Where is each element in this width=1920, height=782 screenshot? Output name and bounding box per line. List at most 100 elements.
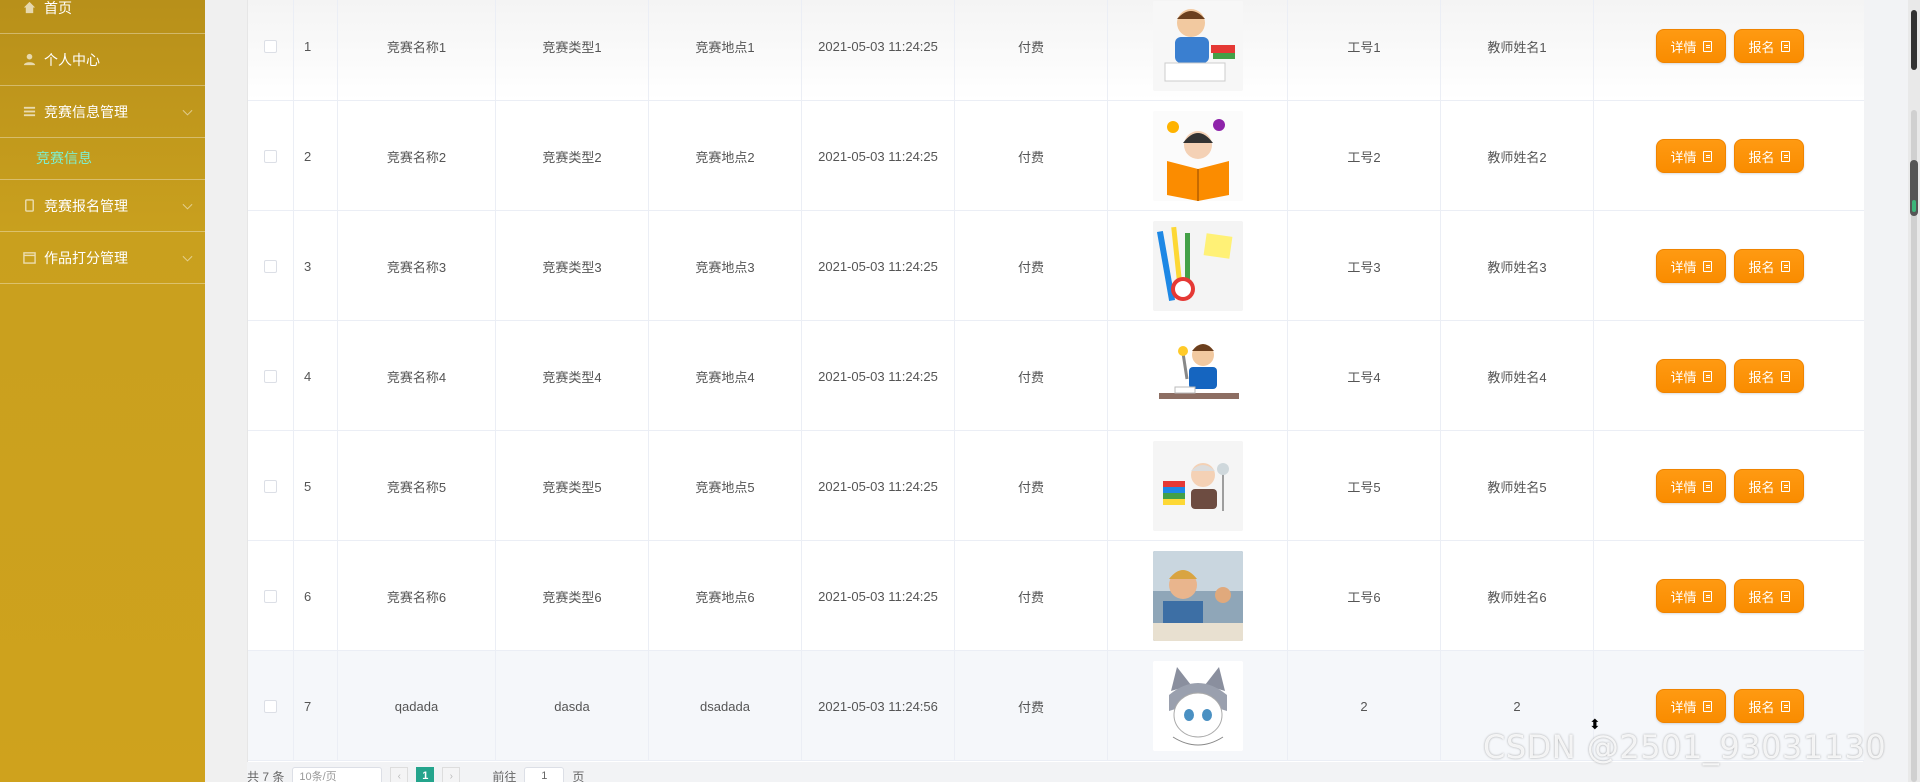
cell-emp-no: 工号6 <box>1288 541 1441 651</box>
calendar-icon <box>22 251 36 265</box>
signup-button[interactable]: 报名 <box>1734 29 1804 63</box>
contest-image[interactable] <box>1152 331 1243 421</box>
contest-image-cell <box>1108 321 1288 431</box>
document-icon <box>1702 370 1712 382</box>
sidebar-item-scoring[interactable]: 作品打分管理 <box>0 232 205 284</box>
signup-button-label: 报名 <box>1748 149 1775 165</box>
cell-fee: 付费 <box>955 321 1108 431</box>
cell-type: 竞赛类型6 <box>496 541 649 651</box>
page-size-select[interactable]: 10条/页 <box>292 767 383 782</box>
cell-time: 2021-05-03 11:24:25 <box>802 0 955 101</box>
signup-button-label: 报名 <box>1748 39 1775 55</box>
cell-place: 竞赛地点4 <box>649 321 802 431</box>
table-row: 2 竞赛名称2 竞赛类型2 竞赛地点2 2021-05-03 11:24:25 付费 工号2… <box>248 101 1864 211</box>
sidebar-item-label: 个人中心 <box>44 51 100 68</box>
cell-place: 竞赛地点2 <box>649 101 802 211</box>
cell-fee: 付费 <box>955 211 1108 321</box>
signup-button[interactable]: 报名 <box>1734 579 1804 613</box>
row-checkbox-cell <box>248 651 294 761</box>
user-icon <box>22 53 36 67</box>
detail-button-label: 详情 <box>1670 479 1697 495</box>
contest-table: 1 竞赛名称1 竞赛类型1 竞赛地点1 2021-05-03 11:24:25 付费 工号1… <box>247 0 1864 762</box>
cell-index: 7 <box>294 651 338 761</box>
row-checkbox[interactable] <box>264 699 277 713</box>
sidebar-item-label: 首页 <box>44 0 72 16</box>
table-scrollbar-thumb[interactable] <box>1908 10 1920 70</box>
row-checkbox[interactable] <box>264 479 277 493</box>
cell-teacher: 教师姓名3 <box>1441 211 1594 321</box>
cell-emp-no: 工号3 <box>1288 211 1441 321</box>
cell-index: 2 <box>294 101 338 211</box>
contest-image[interactable] <box>1152 441 1243 531</box>
table-row: 6 竞赛名称6 竞赛类型6 竞赛地点6 2021-05-03 11:24:25 付费 工号6… <box>248 541 1864 651</box>
cell-place: dsadada <box>649 651 802 761</box>
sidebar-subitem-contest[interactable]: 竞赛信息 <box>0 136 205 180</box>
signup-button[interactable]: 报名 <box>1734 359 1804 393</box>
cell-emp-no: 工号4 <box>1288 321 1441 431</box>
sidebar-item-contest-info[interactable]: 竞赛信息管理 <box>0 86 205 138</box>
cell-emp-no: 工号1 <box>1288 0 1441 101</box>
detail-button[interactable]: 详情 <box>1656 359 1726 393</box>
cell-emp-no: 工号5 <box>1288 431 1441 541</box>
detail-button[interactable]: 详情 <box>1656 469 1726 503</box>
row-checkbox[interactable] <box>264 259 277 273</box>
cell-type: 竞赛类型5 <box>496 431 649 541</box>
row-checkbox-cell <box>248 101 294 211</box>
cell-fee: 付费 <box>955 541 1108 651</box>
contest-image[interactable] <box>1152 551 1243 641</box>
next-page-button[interactable]: › <box>442 767 461 782</box>
cell-emp-no: 工号2 <box>1288 101 1441 211</box>
cell-fee: 付费 <box>955 651 1108 761</box>
signup-button[interactable]: 报名 <box>1734 469 1804 503</box>
detail-button[interactable]: 详情 <box>1656 249 1726 283</box>
sidebar-item-signup[interactable]: 竞赛报名管理 <box>0 180 205 232</box>
detail-button-label: 详情 <box>1670 39 1697 55</box>
document-icon <box>1702 150 1712 162</box>
row-checkbox[interactable] <box>264 589 277 603</box>
row-checkbox[interactable] <box>264 369 277 383</box>
table-row: 1 竞赛名称1 竞赛类型1 竞赛地点1 2021-05-03 11:24:25 付费 工号1… <box>248 0 1864 101</box>
contest-image[interactable] <box>1152 111 1243 201</box>
scrollbar-thumb[interactable] <box>1910 160 1918 216</box>
document-icon <box>1702 590 1712 602</box>
goto-page-input[interactable]: 1 <box>524 767 565 782</box>
prev-page-button[interactable]: ‹ <box>390 767 409 782</box>
sidebar: 首页 个人中心 竞赛信息管理 竞赛信息 竞赛报名管理 作品打分管理 <box>0 0 205 782</box>
detail-button[interactable]: 详情 <box>1656 689 1726 723</box>
contest-image-cell <box>1108 101 1288 211</box>
cell-name: 竞赛名称4 <box>338 321 496 431</box>
row-checkbox-cell <box>248 321 294 431</box>
row-checkbox[interactable] <box>264 39 277 53</box>
sidebar-item-home[interactable]: 首页 <box>0 0 205 34</box>
document-icon <box>1780 590 1790 602</box>
sidebar-item-profile[interactable]: 个人中心 <box>0 34 205 86</box>
signup-button[interactable]: 报名 <box>1734 689 1804 723</box>
document-icon <box>1702 260 1712 272</box>
detail-button[interactable]: 详情 <box>1656 139 1726 173</box>
cell-time: 2021-05-03 11:24:25 <box>802 541 955 651</box>
contest-image[interactable] <box>1152 661 1243 751</box>
detail-button[interactable]: 详情 <box>1656 579 1726 613</box>
chevron-down-icon <box>182 251 193 262</box>
row-actions: 详情 报名 <box>1594 431 1864 541</box>
vertical-scrollbar[interactable] <box>1908 0 1920 782</box>
cell-type: dasda <box>496 651 649 761</box>
signup-button[interactable]: 报名 <box>1734 249 1804 283</box>
row-checkbox[interactable] <box>264 149 277 163</box>
row-actions: 详情 报名 <box>1594 211 1864 321</box>
document-icon <box>1702 40 1712 52</box>
cell-name: 竞赛名称5 <box>338 431 496 541</box>
cell-place: 竞赛地点1 <box>649 0 802 101</box>
content-gutter <box>205 0 247 782</box>
cell-emp-no: 2 <box>1288 651 1441 761</box>
detail-button[interactable]: 详情 <box>1656 29 1726 63</box>
home-icon <box>22 1 36 15</box>
sidebar-item-label: 作品打分管理 <box>44 249 128 266</box>
cell-index: 5 <box>294 431 338 541</box>
signup-button-label: 报名 <box>1748 479 1775 495</box>
current-page-button[interactable]: 1 <box>416 767 435 782</box>
contest-image[interactable] <box>1152 1 1243 91</box>
signup-button[interactable]: 报名 <box>1734 139 1804 173</box>
contest-image[interactable] <box>1152 221 1243 311</box>
cell-place: 竞赛地点6 <box>649 541 802 651</box>
